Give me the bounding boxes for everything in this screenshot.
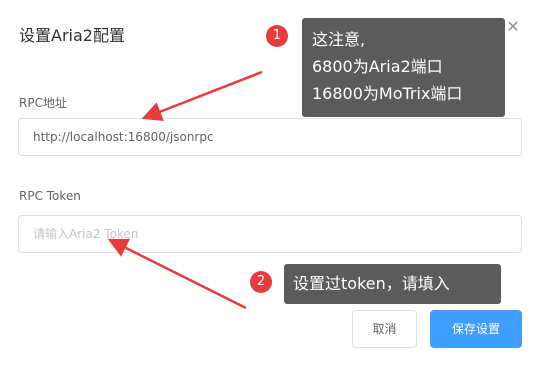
callout-1-line-1: 这注意,	[312, 30, 366, 49]
annotation-badge-2: 2	[250, 271, 272, 293]
annotation-badge-1: 1	[266, 25, 288, 47]
arrow-to-rpc-address	[141, 70, 263, 121]
callout-1-line-3: 16800为MoTrix端口	[312, 84, 463, 103]
arrow-to-rpc-token	[107, 238, 247, 310]
callout-1-line-2: 6800为Aria2端口	[312, 57, 443, 76]
annotation-callout-1: 这注意, 6800为Aria2端口 16800为MoTrix端口	[302, 18, 505, 117]
annotation-callout-2: 设置过token，请填入	[284, 264, 501, 304]
